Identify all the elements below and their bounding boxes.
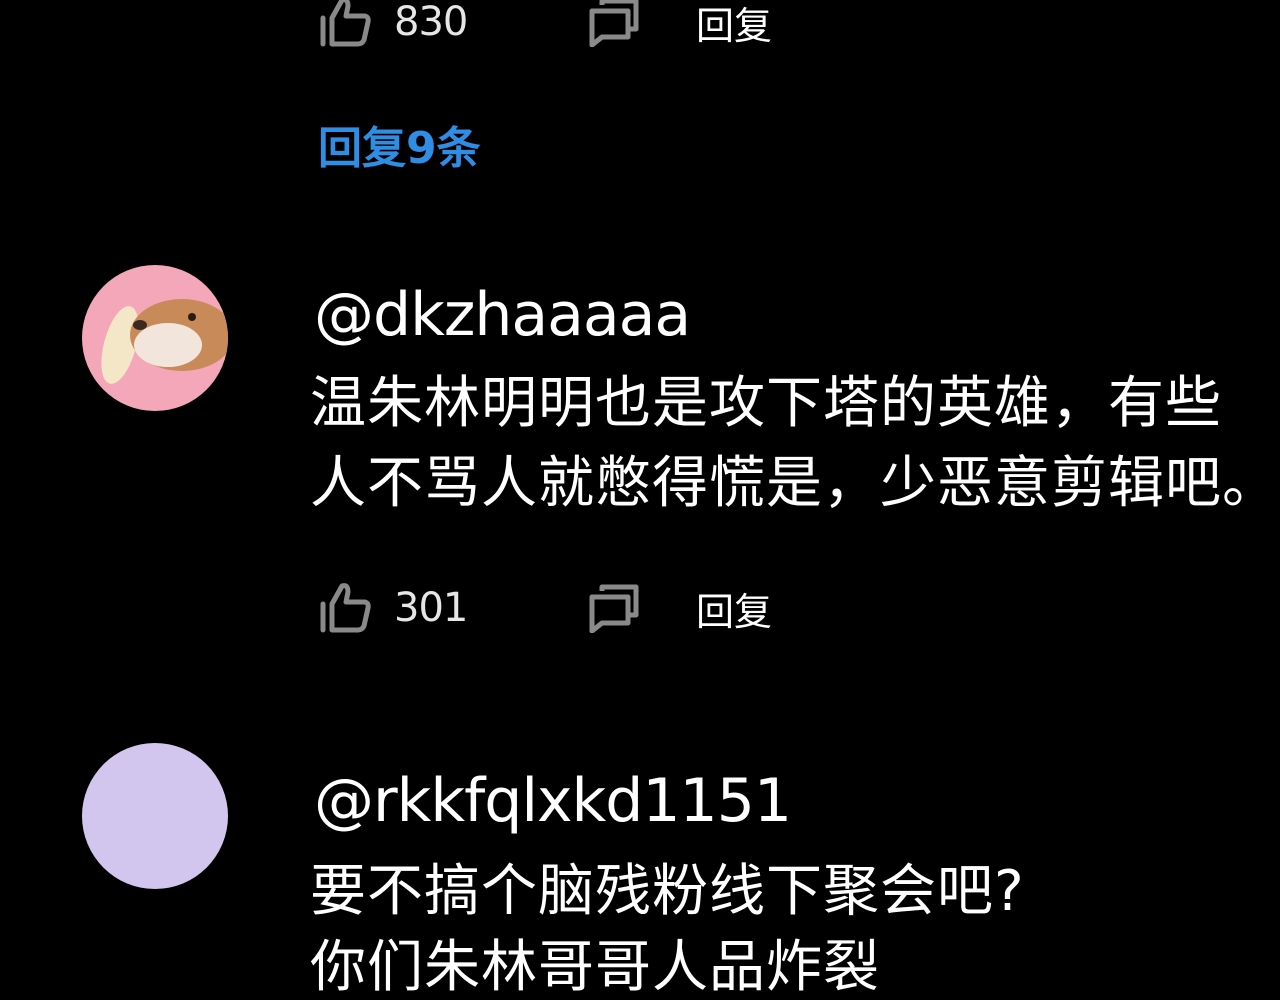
reply-bubble-icon[interactable] [588, 583, 640, 633]
reply-bubble-icon[interactable] [588, 0, 640, 47]
comment-text-line: 你们朱林哥哥人品炸裂 [310, 935, 880, 1000]
comment-text-line: 人不骂人就憋得慌是，少恶意剪辑吧。 [310, 451, 1279, 516]
reply-button[interactable]: 回复 [696, 581, 772, 636]
view-replies-link[interactable]: 回复9条 [318, 112, 481, 176]
reply-button[interactable]: 回复 [696, 0, 772, 50]
like-count: 830 [394, 0, 468, 45]
comment-text-line: 要不搞个脑残粉线下聚会吧? [310, 859, 1025, 924]
comment-text-line: 温朱林明明也是攻下塔的英雄，有些 [310, 371, 1222, 436]
like-count: 301 [394, 585, 468, 631]
comment-actions: 301 回复 [318, 578, 772, 638]
thumbs-up-icon [318, 0, 372, 48]
avatar[interactable] [82, 265, 228, 411]
comments-page: 830 回复 回复9条 @dkzhaaaaa 温朱林明明也是攻下塔的英雄，有些 … [0, 0, 1280, 1000]
like-button[interactable]: 301 [318, 582, 588, 634]
avatar[interactable] [82, 743, 228, 889]
thumbs-up-icon [318, 582, 372, 634]
comment-username[interactable]: @dkzhaaaaa [314, 280, 691, 350]
comment-username[interactable]: @rkkfqlxkd1151 [314, 766, 792, 836]
like-button-top[interactable]: 830 [318, 0, 588, 48]
comment-actions-top: 830 回复 [318, 0, 772, 52]
